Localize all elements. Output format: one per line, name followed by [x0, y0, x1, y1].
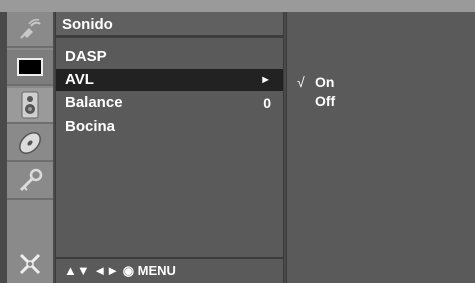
menu-item-label: DASP	[65, 48, 107, 65]
menu-item-balance[interactable]: Balance 0	[56, 92, 283, 114]
menu-item-avl[interactable]: AVL ►	[56, 69, 283, 91]
option-label: Off	[315, 93, 336, 109]
menu-item-value: 0	[263, 95, 271, 111]
key-icon[interactable]	[7, 164, 53, 200]
tools-icon[interactable]	[7, 202, 53, 283]
avl-options-panel: √ On Off	[286, 12, 475, 283]
menu-item-dasp[interactable]: DASP	[56, 46, 283, 68]
menu-item-label: Balance	[65, 94, 123, 111]
menu-title: Sonido	[56, 12, 283, 38]
speaker-icon[interactable]	[7, 88, 53, 124]
top-strip	[0, 0, 475, 12]
menu-item-label: AVL	[65, 71, 94, 88]
menu-item-bocina[interactable]: Bocina	[56, 116, 283, 138]
option-on[interactable]: √ On	[287, 72, 475, 92]
screen-icon[interactable]	[7, 50, 53, 86]
osd-frame: Sonido DASP AVL ► Balance 0 Bocina ▲▼ ◄►…	[0, 0, 475, 283]
checkmark-icon: √	[297, 74, 305, 90]
navigation-hint: ▲▼ ◄► ◉ MENU	[56, 257, 283, 283]
satellite-icon[interactable]	[7, 12, 53, 48]
option-label: On	[315, 74, 335, 90]
menu-item-label: Bocina	[65, 118, 116, 135]
category-icon-bar	[7, 12, 53, 283]
sound-menu-panel: Sonido DASP AVL ► Balance 0 Bocina ▲▼ ◄►…	[55, 12, 284, 283]
option-off[interactable]: Off	[287, 91, 475, 111]
arrow-right-icon: ►	[260, 74, 271, 86]
disc-icon[interactable]	[7, 126, 53, 162]
